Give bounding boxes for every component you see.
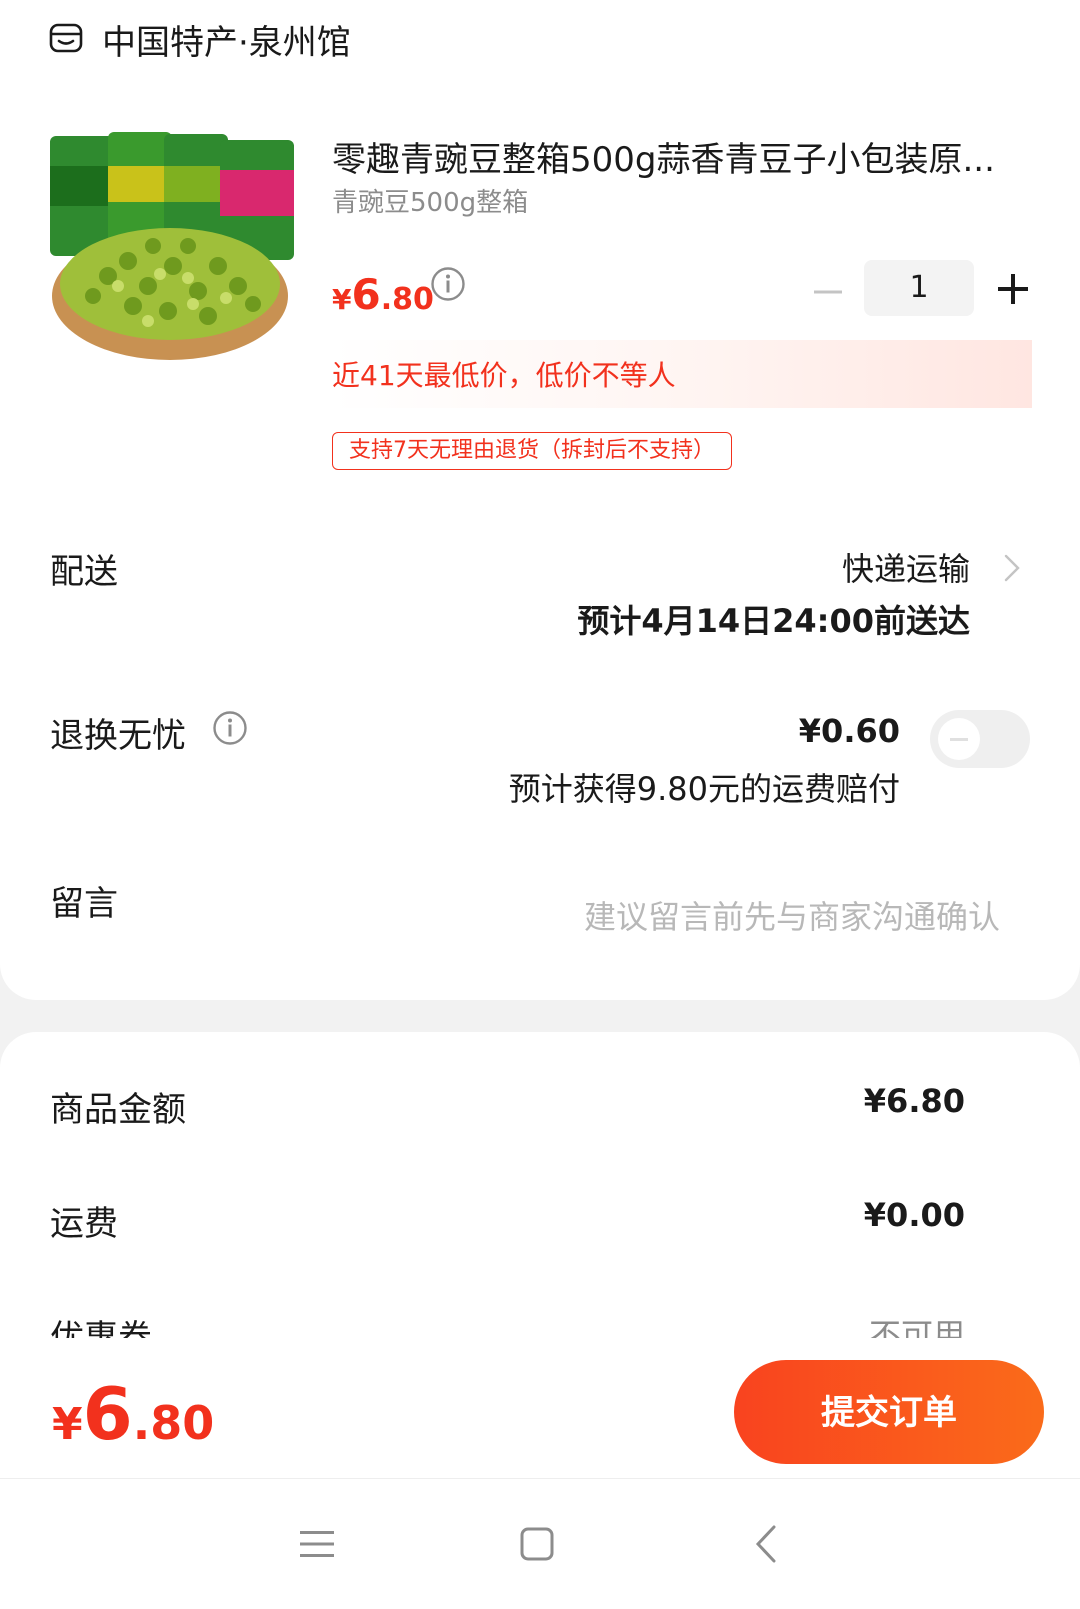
lowest-price-banner: 近41天最低价，低价不等人 <box>332 340 1032 408</box>
quantity-input[interactable]: 1 <box>864 260 974 316</box>
shop-header[interactable]: 中国特产·泉州馆 <box>48 14 351 64</box>
return-insurance-toggle[interactable] <box>930 710 1030 768</box>
lowest-price-text: 近41天最低价，低价不等人 <box>332 359 676 392</box>
total-decimal: .80 <box>132 1396 215 1450</box>
goods-amount-label: 商品金额 <box>50 1090 186 1130</box>
return-insurance-price: ¥0.60 <box>798 712 900 750</box>
quantity-decrease-button[interactable] <box>806 270 850 314</box>
shipping-fee-value: ¥0.00 <box>863 1196 965 1234</box>
price-summary-card: 商品金额 ¥6.80 运费 ¥0.00 优惠券 不可用 <box>0 1032 1080 1352</box>
product-price: ¥ 6 .80 <box>332 270 434 319</box>
return-insurance-info-icon[interactable] <box>212 710 248 746</box>
price-decimal: .80 <box>380 282 434 317</box>
goods-amount-value: ¥6.80 <box>863 1082 965 1120</box>
order-card: 中国特产·泉州馆 零趣青豌豆整箱500g蒜香青豆子小包装原... 青豌豆500g… <box>0 0 1080 1000</box>
return-policy-tag: 支持7天无理由退货（拆封后不支持） <box>332 432 732 470</box>
quantity-increase-button[interactable] <box>990 266 1036 312</box>
product-image[interactable] <box>48 126 298 376</box>
product-spec[interactable]: 青豌豆500g整箱 <box>332 182 528 219</box>
shop-name: 中国特产·泉州馆 <box>102 22 351 63</box>
shipping-fee-label: 运费 <box>50 1204 118 1244</box>
store-icon <box>49 23 83 53</box>
system-nav-bar <box>0 1478 1080 1609</box>
return-insurance-desc: 预计获得9.80元的运费赔付 <box>508 770 900 808</box>
price-info-icon[interactable] <box>430 266 466 302</box>
price-currency: ¥ <box>332 283 352 316</box>
delivery-method[interactable]: 快递运输 <box>842 544 970 590</box>
total-integer: 6 <box>82 1372 133 1456</box>
return-insurance-label: 退换无忧 <box>50 716 186 756</box>
back-icon[interactable] <box>742 1519 792 1569</box>
message-input[interactable]: 建议留言前先与商家沟通确认 <box>584 892 1000 938</box>
total-currency: ¥ <box>52 1399 83 1450</box>
total-price: ¥ 6 .80 <box>52 1372 214 1456</box>
message-label: 留言 <box>50 884 118 924</box>
delivery-label: 配送 <box>50 552 118 592</box>
delivery-eta: 预计4月14日24:00前送达 <box>577 602 970 640</box>
product-title[interactable]: 零趣青豌豆整箱500g蒜香青豆子小包装原... <box>332 132 1032 181</box>
toggle-knob <box>938 718 980 760</box>
chevron-right-icon[interactable] <box>1000 550 1024 586</box>
price-integer: 6 <box>351 270 381 319</box>
home-icon[interactable] <box>512 1519 562 1569</box>
checkout-bar: ¥ 6 .80 提交订单 <box>0 1338 1080 1478</box>
submit-order-button[interactable]: 提交订单 <box>734 1360 1044 1464</box>
menu-icon[interactable] <box>292 1519 342 1569</box>
